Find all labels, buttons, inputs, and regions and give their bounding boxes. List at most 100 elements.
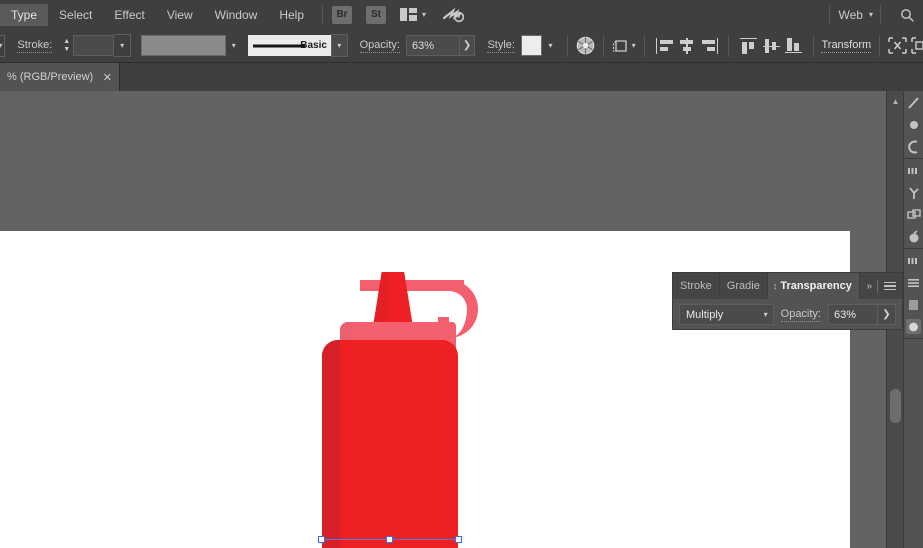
stroke-weight-input[interactable] bbox=[73, 35, 115, 56]
shape-builder-icon[interactable] bbox=[888, 37, 907, 54]
transparency-panel[interactable]: Stroke Gradie ↕ Transparency » Multiply … bbox=[672, 272, 903, 330]
stroke-weight-dropdown[interactable]: ▾ bbox=[114, 34, 131, 57]
opacity-input[interactable]: 63% bbox=[405, 35, 460, 56]
align-vertical-center-icon[interactable] bbox=[762, 38, 780, 54]
transparency-opacity-expand-button[interactable]: ❯ bbox=[878, 304, 896, 325]
dock-group-3 bbox=[904, 249, 923, 339]
transparency-panel-tools: » bbox=[860, 273, 902, 299]
tab-stroke[interactable]: Stroke bbox=[673, 273, 720, 299]
tab-transparency-label: Transparency bbox=[780, 280, 852, 292]
swatches-icon[interactable] bbox=[906, 275, 921, 290]
menubar-right-group: Web ▾ bbox=[822, 5, 923, 24]
panel-menu-icon[interactable] bbox=[884, 281, 896, 291]
bottle-handle-bar bbox=[360, 280, 464, 291]
align-panel-icon[interactable] bbox=[906, 253, 921, 268]
control-divider-3 bbox=[643, 34, 645, 57]
align-top-icon[interactable] bbox=[740, 37, 757, 54]
red-squeeze-bottle-artwork[interactable] bbox=[318, 262, 478, 548]
align-right-icon[interactable] bbox=[701, 37, 719, 54]
transparency-opacity-label[interactable]: Opacity: bbox=[780, 308, 821, 322]
arrange-documents-button[interactable]: ▾ bbox=[400, 8, 426, 21]
vertical-scroll-thumb[interactable] bbox=[890, 389, 901, 423]
blend-mode-value: Multiply bbox=[686, 308, 724, 321]
isolate-selected-icon[interactable] bbox=[911, 37, 923, 54]
bridge-button[interactable]: Br bbox=[332, 5, 353, 24]
workspace-chevron-down-icon[interactable]: ▾ bbox=[869, 10, 873, 19]
stroke-profile-dropdown[interactable]: ▾ bbox=[330, 34, 348, 57]
stroke-color-dropdown[interactable]: ▾ bbox=[225, 35, 243, 56]
brushes-icon[interactable] bbox=[906, 95, 921, 110]
selection-handle-center[interactable] bbox=[386, 536, 393, 543]
control-options-bar: ▾ Stroke: ▲ ▼ ▾ ▾ Basic ▾ Opacity: 63% ❯… bbox=[0, 29, 923, 63]
style-label[interactable]: Style: bbox=[487, 39, 515, 53]
stepper-up-icon: ▲ bbox=[63, 37, 71, 45]
right-panel-dock bbox=[903, 91, 923, 548]
bottle-body-shade bbox=[322, 340, 340, 548]
chevron-right-icon: ❯ bbox=[882, 309, 891, 320]
chevron-down-icon: ▾ bbox=[548, 41, 553, 50]
transform-link[interactable]: Transform bbox=[821, 39, 872, 53]
scroll-up-arrow-icon[interactable]: ▲ bbox=[887, 94, 904, 108]
perspective-grid-button[interactable]: ▾ bbox=[612, 38, 636, 54]
menu-item-select[interactable]: Select bbox=[48, 4, 103, 26]
control-divider-2 bbox=[602, 34, 604, 57]
bottle-body bbox=[322, 340, 458, 548]
menu-item-type[interactable]: Type bbox=[0, 3, 49, 26]
dock-group-1 bbox=[904, 91, 923, 159]
search-icon[interactable] bbox=[900, 8, 914, 22]
transparency-opacity-group: 63% ❯ bbox=[828, 304, 896, 325]
symbols-icon[interactable] bbox=[906, 117, 921, 132]
chevron-down-icon: ▾ bbox=[631, 40, 636, 50]
control-divider-6 bbox=[879, 34, 881, 57]
document-tab[interactable]: % (RGB/Preview) ✕ bbox=[0, 63, 120, 91]
menu-item-view[interactable]: View bbox=[156, 4, 204, 26]
recolor-artwork-icon[interactable] bbox=[576, 36, 595, 55]
gradient-panel-icon[interactable] bbox=[906, 297, 921, 312]
cloud-sync-icon[interactable] bbox=[442, 7, 465, 23]
layers-icon[interactable] bbox=[906, 163, 921, 178]
menu-item-help[interactable]: Help bbox=[268, 4, 315, 26]
align-horizontal-center-icon[interactable] bbox=[678, 37, 695, 54]
dock-group-2 bbox=[904, 159, 923, 249]
fill-stroke-dropdown[interactable]: ▾ bbox=[0, 34, 6, 57]
document-tab-bar: % (RGB/Preview) ✕ bbox=[0, 63, 923, 91]
close-icon[interactable]: ✕ bbox=[97, 71, 112, 84]
stroke-profile-preview[interactable]: Basic bbox=[248, 35, 331, 56]
graphic-style-swatch[interactable] bbox=[520, 35, 543, 56]
blend-mode-select[interactable]: Multiply ▾ bbox=[679, 304, 774, 325]
stroke-color-swatch[interactable] bbox=[140, 35, 226, 56]
stock-button[interactable]: St bbox=[366, 5, 387, 24]
transparency-opacity-input[interactable]: 63% bbox=[828, 304, 878, 325]
color-panel-icon[interactable] bbox=[906, 319, 921, 334]
arrange-documents-icon bbox=[400, 8, 418, 21]
menu-item-effect[interactable]: Effect bbox=[103, 4, 155, 26]
transparency-panel-tabs: Stroke Gradie ↕ Transparency » bbox=[673, 273, 902, 299]
stepper-down-icon: ▼ bbox=[63, 45, 71, 53]
color-guide-icon[interactable] bbox=[906, 229, 921, 244]
artboards-icon[interactable] bbox=[906, 185, 921, 200]
align-bottom-icon[interactable] bbox=[785, 37, 803, 54]
opacity-expand-button[interactable]: ❯ bbox=[459, 35, 476, 56]
tab-transparency[interactable]: ↕ Transparency bbox=[767, 273, 860, 299]
stroke-label[interactable]: Stroke: bbox=[17, 39, 53, 53]
menu-item-window[interactable]: Window bbox=[204, 4, 269, 26]
selection-handle-left[interactable] bbox=[318, 536, 325, 543]
chevron-down-icon: ▾ bbox=[120, 41, 125, 50]
align-left-icon[interactable] bbox=[655, 37, 673, 54]
illustrator-window: Type Select Effect View Window Help Br S… bbox=[0, 0, 923, 548]
workspace-switcher-label[interactable]: Web bbox=[839, 8, 863, 22]
document-tab-title: % (RGB/Preview) bbox=[7, 71, 94, 83]
stroke-weight-stepper[interactable]: ▲ ▼ bbox=[60, 34, 74, 57]
expand-panel-icon[interactable]: » bbox=[866, 281, 871, 292]
pathfinder-icon[interactable] bbox=[906, 207, 921, 222]
stroke-profile-line-icon bbox=[253, 44, 306, 47]
opacity-label[interactable]: Opacity: bbox=[359, 39, 400, 53]
control-divider-5 bbox=[812, 34, 814, 57]
selection-handle-right[interactable] bbox=[455, 536, 462, 543]
appearance-icon[interactable] bbox=[906, 139, 921, 154]
graphic-style-dropdown[interactable]: ▾ bbox=[542, 35, 559, 56]
control-divider-4 bbox=[728, 34, 729, 57]
chevron-right-icon: ❯ bbox=[462, 40, 472, 51]
chevron-down-icon: ▾ bbox=[231, 41, 236, 50]
tab-gradient[interactable]: Gradie bbox=[720, 273, 768, 299]
